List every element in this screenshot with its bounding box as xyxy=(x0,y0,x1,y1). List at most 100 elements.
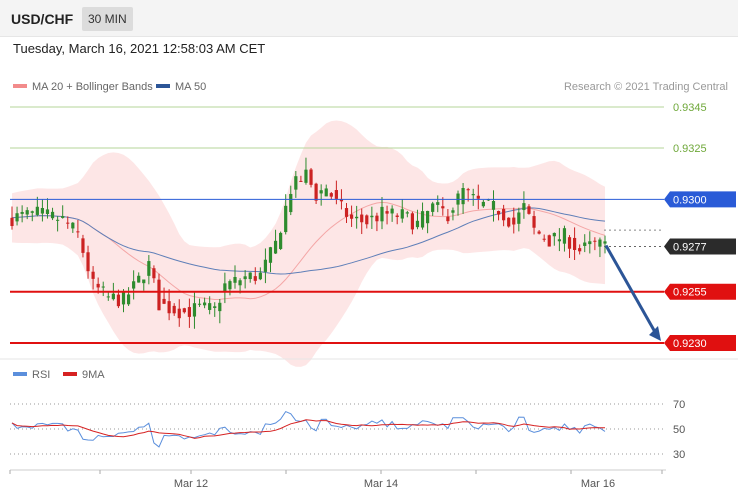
candle-body xyxy=(572,237,577,250)
candle-body xyxy=(471,194,475,196)
level-label-0.9325: 0.9325 xyxy=(673,143,707,155)
ma50-legend-label: MA 50 xyxy=(175,81,206,93)
candle-body xyxy=(395,215,399,217)
candle-body xyxy=(420,211,425,228)
candle-body xyxy=(502,208,506,221)
candle-body xyxy=(527,206,531,214)
candle-body xyxy=(268,247,273,263)
candle-body xyxy=(603,241,607,244)
candle-body xyxy=(476,195,480,199)
candle-body xyxy=(279,232,283,249)
candle-body xyxy=(137,275,141,283)
x-tick-label: Mar 14 xyxy=(364,478,398,490)
candle-body xyxy=(400,209,404,219)
candle-body xyxy=(45,209,50,214)
rsi-ma-legend-swatch xyxy=(63,372,77,376)
candle-body xyxy=(25,210,29,215)
candle-body xyxy=(111,293,115,300)
candle-body xyxy=(126,294,131,305)
candle-body xyxy=(116,294,121,307)
candle-body xyxy=(349,214,354,219)
candle-body xyxy=(578,248,582,252)
candle-body xyxy=(76,231,80,233)
candle-body xyxy=(441,206,445,209)
candle-body xyxy=(197,303,202,305)
candle-body xyxy=(446,216,450,222)
candle-body xyxy=(56,219,60,221)
candle-body xyxy=(253,276,257,281)
candle-body xyxy=(284,205,288,233)
candle-body xyxy=(304,169,308,183)
candle-body xyxy=(309,169,313,185)
candle-body xyxy=(385,211,389,214)
candle-body xyxy=(61,216,65,218)
candle-body xyxy=(466,189,470,191)
ma50-legend-swatch xyxy=(156,84,170,88)
candle-body xyxy=(431,203,435,212)
candle-body xyxy=(324,188,328,197)
rsi-tick-50: 50 xyxy=(673,424,685,436)
candle-body xyxy=(96,283,100,288)
candle-body xyxy=(294,176,298,190)
candle-body xyxy=(567,237,572,249)
candle-body xyxy=(86,252,90,272)
rsi-tick-30: 30 xyxy=(673,449,685,461)
candle-body xyxy=(248,272,252,280)
candle-body xyxy=(365,215,369,225)
x-axis-ticks: Mar 12 Mar 14 Mar 16 xyxy=(9,470,663,490)
price-plot xyxy=(10,120,607,367)
candle-body xyxy=(187,307,191,317)
candle-body xyxy=(208,303,212,310)
candle-body xyxy=(588,241,592,245)
candle-body xyxy=(142,279,146,284)
candle-body xyxy=(50,211,55,219)
rsi-line xyxy=(11,410,606,448)
candle-body xyxy=(598,239,602,247)
candle-body xyxy=(202,302,207,306)
candle-body xyxy=(334,190,338,199)
candle-body xyxy=(557,239,561,242)
price-chart: MA 20 + Bollinger Bands MA 50 Research ©… xyxy=(0,81,738,490)
candle-body xyxy=(451,210,455,213)
candle-body xyxy=(370,215,374,218)
candle-body xyxy=(360,214,364,223)
candle-body xyxy=(101,286,105,288)
candle-body xyxy=(243,276,247,280)
candle-body xyxy=(30,211,34,213)
candle-body xyxy=(344,208,349,217)
candle-body xyxy=(40,207,45,214)
candle-body xyxy=(147,261,151,276)
candle-body xyxy=(162,298,166,304)
candle-body xyxy=(436,202,440,205)
candle-body xyxy=(542,238,546,240)
copyright-text: Research © 2021 Trading Central xyxy=(564,81,728,93)
x-tick-label: Mar 12 xyxy=(174,478,208,490)
rsi-plot: 70 50 30 xyxy=(10,399,685,461)
candle-body xyxy=(517,212,521,224)
candle-body xyxy=(537,231,541,234)
candle-body xyxy=(299,180,303,182)
candle-body xyxy=(213,306,217,308)
candle-body xyxy=(192,303,197,317)
bollinger-band xyxy=(12,120,605,367)
candle-body xyxy=(71,222,75,229)
candle-body xyxy=(258,272,262,280)
candle-body xyxy=(177,308,181,319)
ma20-legend-label: MA 20 + Bollinger Bands xyxy=(32,81,153,93)
forecast-arrow-head xyxy=(649,326,661,341)
candle-body xyxy=(182,308,186,313)
candle-body xyxy=(289,193,293,213)
candle-body xyxy=(410,213,415,230)
candle-body xyxy=(121,291,126,305)
level-label-0.9255: 0.9255 xyxy=(673,287,707,299)
candle-body xyxy=(426,210,430,224)
candle-body xyxy=(314,183,318,201)
candle-body xyxy=(20,211,24,214)
last-price-label: 0.9277 xyxy=(673,242,707,254)
candle-body xyxy=(66,222,70,224)
level-label-0.9345: 0.9345 xyxy=(673,102,707,114)
candle-body xyxy=(233,276,237,283)
candle-body xyxy=(223,283,227,292)
candle-body xyxy=(106,296,110,298)
candle-body xyxy=(238,280,242,286)
